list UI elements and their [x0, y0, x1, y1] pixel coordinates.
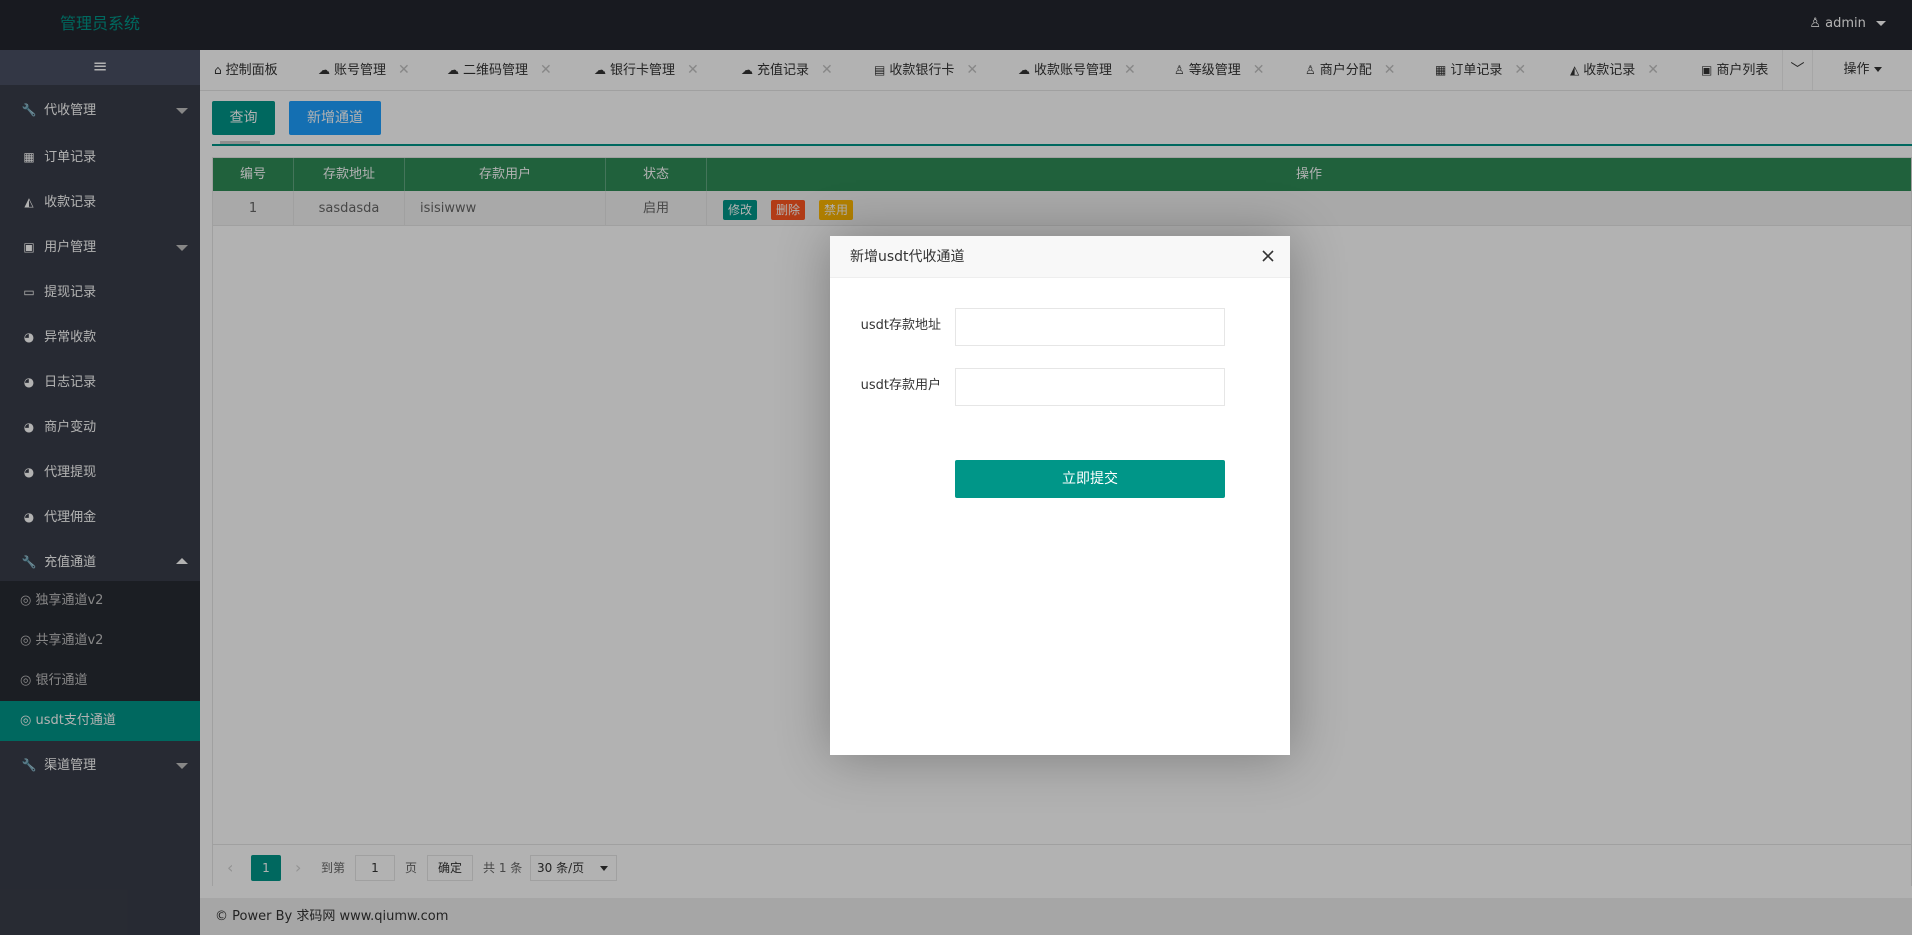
address-label: usdt存款地址: [860, 318, 941, 333]
close-icon[interactable]: [1260, 248, 1276, 264]
submit-button[interactable]: 立即提交: [955, 460, 1225, 498]
usdt-user-input[interactable]: [955, 368, 1225, 406]
add-channel-dialog: 新增usdt代收通道 usdt存款地址 usdt存款用户 立即提交: [830, 236, 1290, 755]
user-label: usdt存款用户: [860, 378, 941, 393]
usdt-address-input[interactable]: [955, 308, 1225, 346]
dialog-title: 新增usdt代收通道: [830, 236, 1290, 278]
